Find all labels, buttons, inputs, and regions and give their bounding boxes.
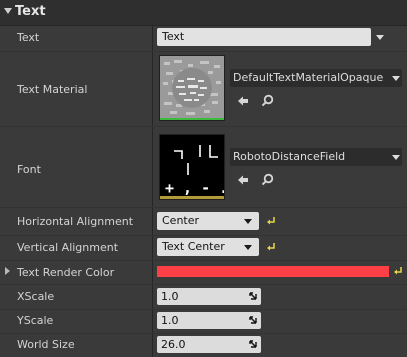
chevron-down-icon [244,245,252,250]
diagonal-grip-icon[interactable] [248,315,258,325]
horizontal-alignment-dropdown[interactable]: Center [157,212,259,230]
world-size-input[interactable]: 26.0 [157,336,261,353]
text-render-color-label: Text Render Color [17,266,115,279]
category-header[interactable]: Text [0,0,407,26]
diagonal-grip-icon[interactable] [248,291,258,301]
vertical-alignment-label: Vertical Alignment [17,241,119,254]
vertical-alignment-dropdown[interactable]: Text Center [157,238,259,256]
arrow-left-icon[interactable] [237,95,249,107]
font-thumbnail[interactable]: + , - . / [159,134,246,200]
material-asset-dropdown[interactable]: DefaultTextMaterialOpaque [230,69,402,87]
search-icon[interactable] [261,173,274,186]
diagonal-grip-icon[interactable] [248,339,258,349]
row-divider [0,284,407,285]
category-title: Text [15,4,46,19]
yscale-value: 1.0 [161,314,179,327]
yscale-label: YScale [17,314,54,327]
font-preview-glyphs: + , - . / [165,179,224,197]
row-divider [0,235,407,236]
column-splitter[interactable] [152,25,153,357]
font-asset-dropdown[interactable]: RobotoDistanceField [230,148,402,166]
horizontal-alignment-label: Horizontal Alignment [17,215,134,228]
row-divider [0,260,407,261]
chevron-down-icon [392,76,400,81]
row-divider [0,126,407,127]
material-preview-image [160,56,224,120]
text-options-dropdown-icon[interactable] [376,35,384,40]
text-render-color-swatch[interactable] [157,266,389,277]
chevron-down-icon [244,219,252,224]
chevron-down-icon [392,155,400,160]
text-material-label: Text Material [17,83,88,96]
world-size-label: World Size [17,338,75,351]
yscale-input[interactable]: 1.0 [157,312,261,329]
text-value-input[interactable]: Text [157,28,371,46]
vertical-alignment-value: Text Center [162,240,225,253]
font-asset-name: RobotoDistanceField [233,150,346,163]
xscale-label: XScale [17,290,55,303]
arrow-left-icon[interactable] [237,174,249,186]
expand-triangle-icon[interactable] [5,267,10,275]
font-preview-image: + , - . / [160,135,246,199]
world-size-value: 26.0 [161,338,186,351]
row-divider [0,51,407,52]
row-divider [0,309,407,310]
row-divider [0,207,407,208]
font-label: Font [17,163,41,176]
reset-arrow-icon[interactable] [266,216,276,226]
horizontal-alignment-value: Center [162,214,200,227]
xscale-value: 1.0 [161,290,179,303]
xscale-input[interactable]: 1.0 [157,288,261,305]
collapse-triangle-icon[interactable] [4,8,12,14]
reset-arrow-icon[interactable] [393,266,403,276]
reset-arrow-icon[interactable] [266,242,276,252]
row-divider [0,333,407,334]
material-asset-name: DefaultTextMaterialOpaque [233,71,384,84]
search-icon[interactable] [261,94,274,107]
text-label: Text [17,31,40,44]
material-thumbnail[interactable] [159,55,225,121]
